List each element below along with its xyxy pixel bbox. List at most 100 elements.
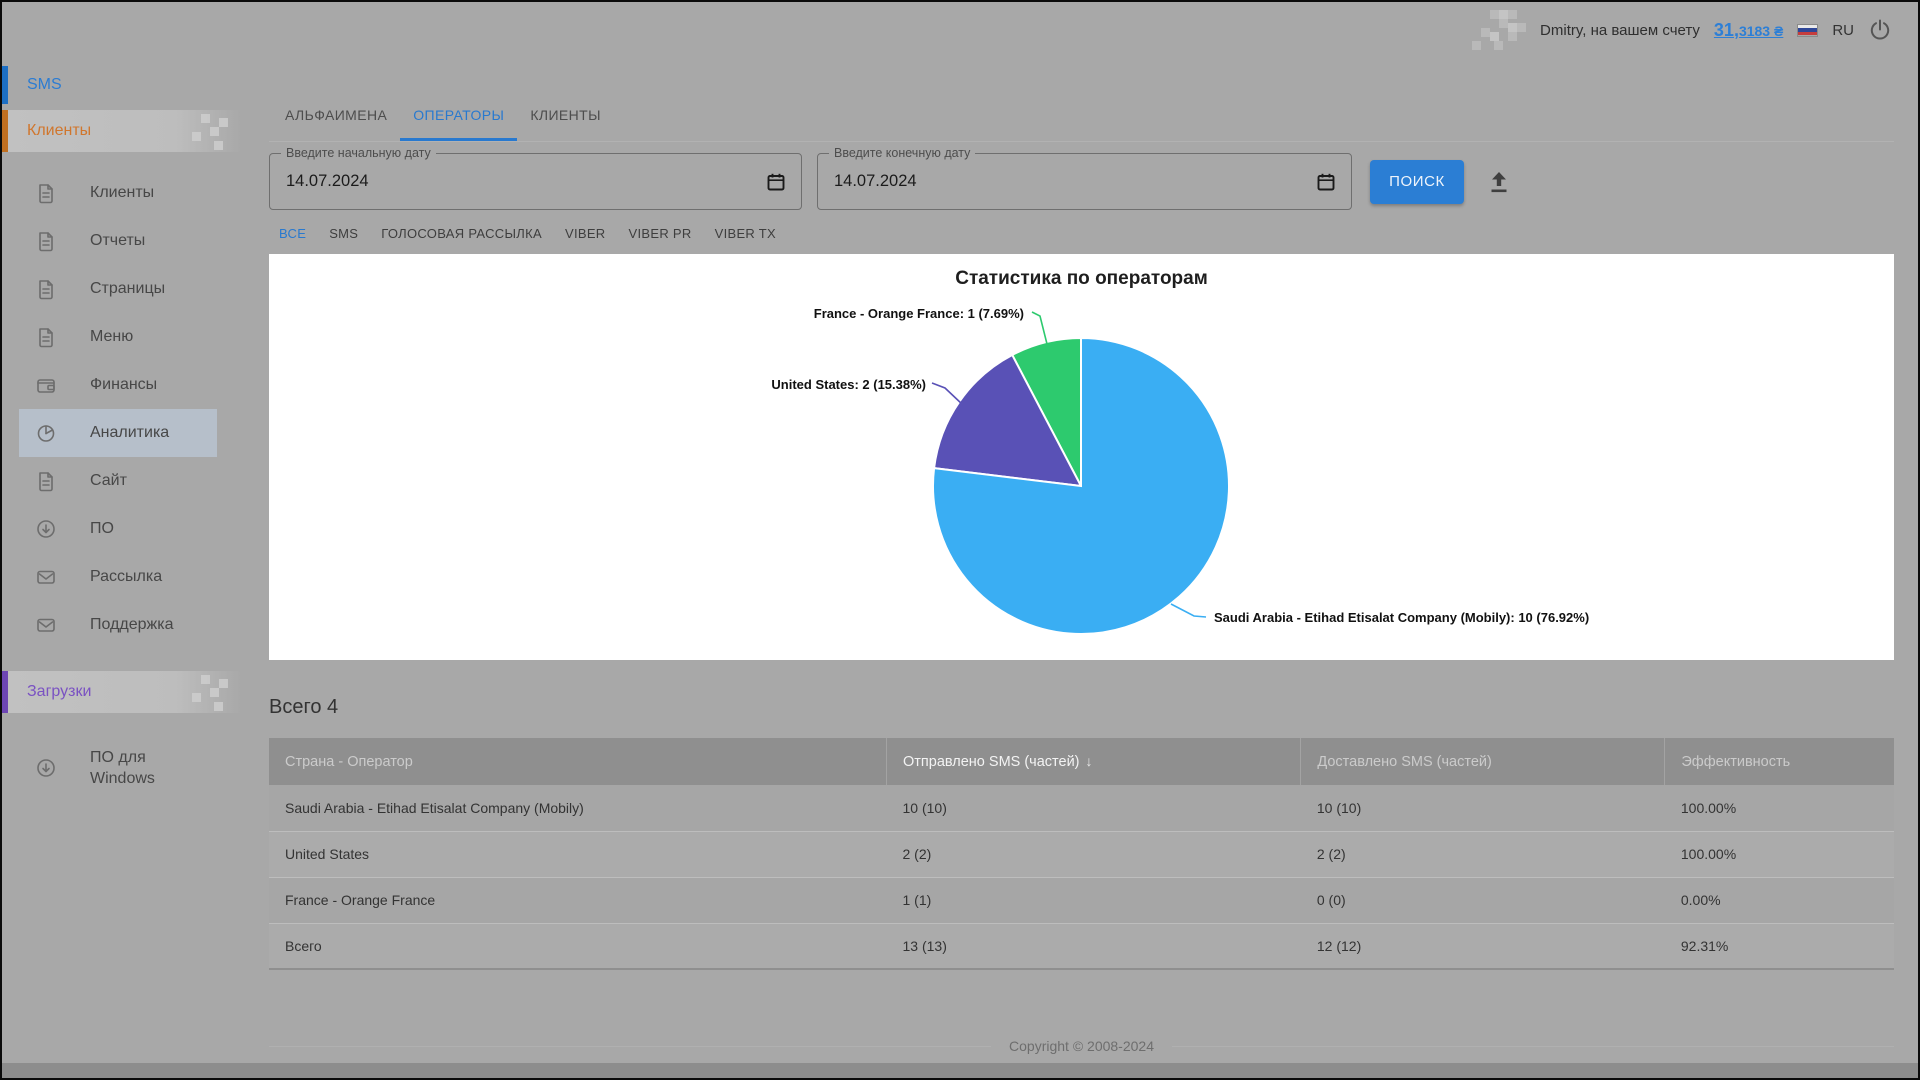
sidebar-item-menu[interactable]: Меню: [19, 313, 217, 361]
column-header-country-operator[interactable]: Страна - Оператор: [269, 738, 887, 785]
total-count-label: Всего 4: [269, 696, 339, 718]
table-cell: United States: [269, 830, 887, 877]
sidebar-section-sms-label: SMS: [27, 76, 62, 93]
type-filter-sms[interactable]: SMS: [329, 226, 358, 241]
table-cell: 0.00%: [1664, 876, 1894, 923]
end-date-label: Введите конечную дату: [829, 146, 976, 160]
start-date-field[interactable]: Введите начальную дату: [269, 146, 802, 210]
start-date-label: Введите начальную дату: [281, 146, 436, 160]
start-date-input[interactable]: [286, 172, 765, 191]
type-filter-voice[interactable]: ГОЛОСОВАЯ РАССЫЛКА: [381, 226, 542, 241]
export-upload-icon[interactable]: [1486, 169, 1512, 195]
table-cell: 10 (10): [902, 799, 947, 816]
sidebar-item-finances[interactable]: Финансы: [19, 361, 217, 409]
table-cell: 2 (2): [886, 830, 1301, 877]
document-icon: [35, 326, 57, 348]
tab-alphanames[interactable]: АЛЬФАИМЕНА: [272, 92, 400, 141]
end-date-input[interactable]: [834, 172, 1315, 191]
document-icon: [35, 230, 57, 252]
sidebar-item-label: Отчеты: [90, 232, 146, 249]
sidebar-section-downloads-label: Загрузки: [27, 683, 92, 700]
envelope-icon: [35, 614, 57, 636]
table-cell: France - Orange France: [269, 876, 887, 923]
sidebar-item-clients[interactable]: Клиенты: [19, 169, 217, 217]
type-filter-all[interactable]: ВСЕ: [279, 226, 306, 241]
calendar-icon[interactable]: [1315, 171, 1337, 193]
main-content: АЛЬФАИМЕНА ОПЕРАТОРЫ КЛИЕНТЫ Введите нач…: [269, 58, 1894, 1054]
footer-divider: [1171, 1045, 1894, 1047]
tab-clients[interactable]: КЛИЕНТЫ: [517, 92, 614, 141]
operators-table-body: Saudi Arabia - Etihad Etisalat Company (…: [269, 785, 1894, 970]
column-header-delivered-sms[interactable]: Доставлено SMS (частей): [1300, 738, 1665, 785]
table-cell: 0 (0): [1300, 876, 1665, 923]
sidebar-item-support[interactable]: Поддержка: [19, 601, 217, 649]
language-label[interactable]: RU: [1832, 22, 1854, 39]
download-icon: [35, 757, 57, 779]
column-header-sent-sms[interactable]: Отправлено SMS (частей) ↓: [885, 738, 1301, 785]
copyright-text: Copyright © 2008-2024: [1009, 1038, 1154, 1054]
sidebar-item-analytics[interactable]: Аналитика: [19, 409, 217, 457]
checker-decoration: [192, 114, 228, 150]
operators-table: Страна - Оператор Отправлено SMS (частей…: [269, 738, 1894, 970]
filter-row: Введите начальную дату Введите конечную …: [269, 146, 1894, 210]
type-filter-viber[interactable]: VIBER: [565, 226, 606, 241]
operators-chart-panel: Статистика по операторам France - Orange…: [269, 254, 1894, 660]
sidebar-item-label: Клиенты: [90, 184, 155, 201]
balance-fraction: 3183 ₴: [1738, 22, 1784, 39]
callout-line-saudi-arabia: [1170, 603, 1207, 618]
checker-decoration: [1472, 10, 1527, 50]
balance-integer: 31,: [1713, 19, 1739, 40]
table-row: United States 2 (2) 2 (2) 100.00%: [269, 830, 1894, 877]
callout-line-united-states: [931, 382, 964, 406]
table-row: Всего 13 (13) 12 (12) 92.31%: [269, 922, 1894, 970]
table-header-row: Страна - Оператор Отправлено SMS (частей…: [269, 738, 1894, 785]
document-icon: [35, 470, 57, 492]
pie-label-france: France - Orange France: 1 (7.69%): [813, 306, 1024, 321]
pie-label-saudi-arabia: Saudi Arabia - Etihad Etisalat Company (…: [1214, 610, 1590, 625]
sidebar-item-mailing[interactable]: Рассылка: [19, 553, 217, 601]
calendar-icon[interactable]: [765, 171, 787, 193]
sidebar-menu: Клиенты Отчеты Страницы Меню Финансы Ана…: [19, 169, 217, 649]
table-cell: 12 (12): [1300, 922, 1665, 970]
sidebar-section-clients[interactable]: Клиенты: [2, 110, 242, 152]
type-filter-viber-pr[interactable]: VIBER PR: [629, 226, 692, 241]
russia-flag-icon[interactable]: [1797, 23, 1819, 37]
tab-bar: АЛЬФАИМЕНА ОПЕРАТОРЫ КЛИЕНТЫ: [269, 92, 1894, 142]
sidebar-section-downloads[interactable]: Загрузки: [2, 671, 242, 713]
table-cell: 2 (2): [1300, 830, 1665, 877]
sidebar-item-software[interactable]: ПО: [19, 505, 217, 553]
table-cell: 100.00%: [1664, 830, 1894, 877]
table-cell: Saudi Arabia - Etihad Etisalat Company (…: [285, 799, 584, 816]
envelope-icon: [35, 566, 57, 588]
user-balance-text: Dmitry, на вашем счету: [1540, 21, 1700, 39]
table-cell: 1 (1): [886, 876, 1301, 923]
table-cell: 10 (10): [1316, 799, 1362, 816]
sidebar-item-label: ПО: [90, 520, 114, 537]
sidebar-section-clients-label: Клиенты: [27, 122, 92, 139]
end-date-field[interactable]: Введите конечную дату: [817, 146, 1352, 210]
topbar: Dmitry, на вашем счету 31, 3183 ₴ RU: [2, 2, 1918, 58]
search-button[interactable]: ПОИСК: [1370, 159, 1464, 204]
wallet-icon: [35, 374, 57, 396]
table-cell: 13 (13): [886, 922, 1301, 970]
logout-power-icon[interactable]: [1868, 18, 1892, 42]
sidebar-section-sms[interactable]: SMS: [2, 66, 254, 104]
download-icon: [35, 518, 57, 540]
bottom-strip: [2, 1063, 1918, 1078]
sidebar-item-label: Поддержка: [90, 616, 174, 633]
table-row: Saudi Arabia - Etihad Etisalat Company (…: [269, 785, 1894, 831]
tab-operators[interactable]: ОПЕРАТОРЫ: [400, 92, 518, 141]
message-type-filters: ВСЕ SMS ГОЛОСОВАЯ РАССЫЛКА VIBER VIBER P…: [269, 221, 1894, 246]
sidebar-item-reports[interactable]: Отчеты: [19, 217, 217, 265]
sidebar-item-label: Страницы: [90, 280, 166, 297]
balance-link[interactable]: 31, 3183 ₴: [1714, 20, 1783, 41]
sidebar-item-pages[interactable]: Страницы: [19, 265, 217, 313]
sidebar-item-label: ПО для Windows: [90, 749, 155, 787]
sidebar-item-site[interactable]: Сайт: [19, 457, 217, 505]
sidebar-item-label: Аналитика: [90, 424, 170, 441]
document-icon: [35, 182, 57, 204]
column-header-efficiency[interactable]: Эффективность: [1664, 738, 1894, 785]
type-filter-viber-tx[interactable]: VIBER TX: [715, 226, 776, 241]
sidebar-item-windows-software[interactable]: ПО для Windows: [19, 739, 217, 797]
sidebar-item-label: Сайт: [90, 472, 127, 489]
